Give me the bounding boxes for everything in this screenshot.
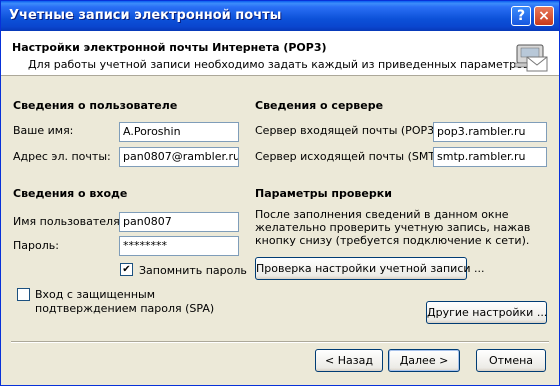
username-label: Имя пользователя: — [13, 215, 124, 228]
spa-checkbox[interactable] — [17, 288, 30, 301]
page-title: Настройки электронной почты Интернета (P… — [12, 41, 327, 54]
back-button[interactable]: < Назад — [315, 349, 383, 372]
separator — [11, 341, 549, 343]
remember-password-checkbox[interactable]: ✔ — [120, 263, 133, 276]
email-label: Адрес эл. почты: — [13, 150, 111, 163]
next-button[interactable]: Далее > — [388, 349, 460, 372]
close-button[interactable]: × — [534, 6, 554, 26]
wizard-header: Настройки электронной почты Интернета (P… — [1, 31, 559, 76]
email-settings-icon — [514, 44, 548, 72]
outgoing-server-field[interactable]: smtp.rambler.ru — [433, 147, 547, 167]
account-settings-dialog: Учетные записи электронной почты ? × Нас… — [0, 0, 560, 386]
test-settings-heading: Параметры проверки — [255, 187, 392, 200]
spa-label-line1: Вход с защищенным — [35, 288, 156, 301]
page-subtitle: Для работы учетной записи необходимо зад… — [28, 58, 533, 71]
name-label: Ваше имя: — [13, 124, 74, 137]
logon-info-heading: Сведения о входе — [13, 187, 128, 200]
user-info-heading: Сведения о пользователе — [13, 99, 178, 112]
more-settings-button[interactable]: Другие настройки ... — [426, 301, 547, 324]
name-field[interactable]: A.Poroshin — [119, 122, 239, 142]
spa-label-line2: подтверждением пароля (SPA) — [35, 302, 215, 315]
incoming-server-field[interactable]: pop3.rambler.ru — [433, 122, 547, 142]
cancel-button[interactable]: Отмена — [476, 349, 546, 372]
window-title: Учетные записи электронной почты — [9, 8, 282, 23]
test-account-settings-button[interactable]: Проверка настройки учетной записи ... — [255, 257, 485, 280]
outgoing-server-label: Сервер исходящей почты (SMTP): — [255, 150, 450, 163]
test-settings-description: После заполнения сведений в данном окне … — [255, 208, 531, 247]
password-label: Пароль: — [13, 239, 59, 252]
incoming-server-label: Сервер входящей почты (POP3): — [255, 124, 443, 137]
email-field[interactable]: pan0807@rambler.ru — [119, 147, 239, 167]
title-bar[interactable]: Учетные записи электронной почты ? × — [1, 1, 559, 31]
remember-password-label: Запомнить пароль — [139, 264, 247, 277]
help-button[interactable]: ? — [511, 6, 531, 26]
username-field[interactable]: pan0807 — [119, 212, 239, 232]
server-info-heading: Сведения о сервере — [255, 99, 384, 112]
password-field[interactable]: ******** — [119, 236, 239, 256]
